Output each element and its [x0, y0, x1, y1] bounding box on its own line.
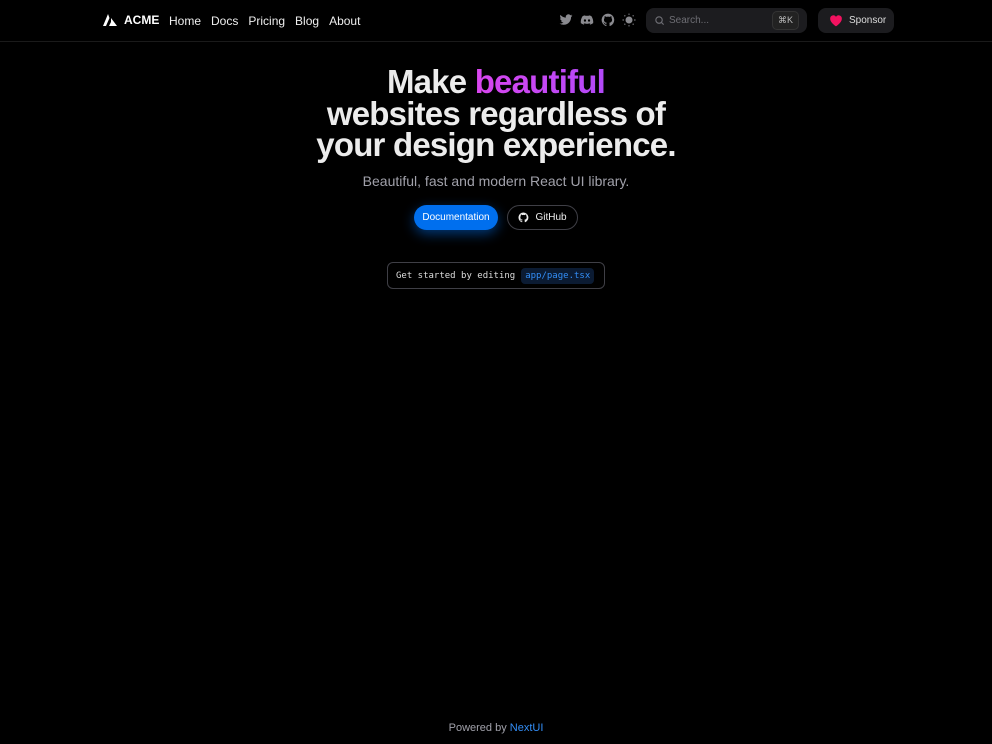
nav-home[interactable]: Home — [169, 14, 201, 28]
brand-logo[interactable]: ACME — [103, 13, 159, 27]
search-shortcut-kbd: ⌘K — [771, 11, 799, 30]
sponsor-button[interactable]: Sponsor — [818, 8, 894, 33]
nav-blog[interactable]: Blog — [295, 14, 319, 28]
github-button-label: GitHub — [535, 212, 567, 223]
twitter-icon[interactable] — [559, 13, 573, 27]
github-button[interactable]: GitHub — [507, 205, 578, 230]
nav-docs[interactable]: Docs — [211, 14, 238, 28]
hero-title: Make beautiful websites regardless of your… — [0, 65, 992, 163]
hero-subtitle: Beautiful, fast and modern React UI libr… — [362, 173, 630, 189]
get-started-snippet: Get started by editing app/page.tsx — [387, 262, 605, 289]
heart-icon — [830, 15, 842, 27]
discord-icon[interactable] — [580, 13, 594, 27]
github-icon — [518, 212, 529, 223]
theme-toggle-sun-icon[interactable] — [622, 13, 636, 27]
navbar: ACME Home Docs Pricing Blog About Search… — [0, 0, 992, 42]
nav-about[interactable]: About — [329, 14, 360, 28]
acme-logo-icon — [103, 14, 117, 26]
documentation-button[interactable]: Documentation — [414, 205, 498, 230]
title-line3: your design experience. — [316, 126, 676, 163]
nav-pricing[interactable]: Pricing — [248, 14, 285, 28]
footer-prefix: Powered by — [448, 722, 507, 734]
snippet-text: Get started by editing — [396, 270, 516, 281]
github-icon[interactable] — [601, 13, 615, 27]
footer: Powered by NextUI — [0, 722, 992, 734]
brand-name: ACME — [124, 13, 160, 27]
nextui-link[interactable]: NextUI — [510, 722, 544, 734]
nav-links: Home Docs Pricing Blog About — [169, 14, 360, 28]
search-placeholder: Search... — [669, 15, 710, 26]
search-input[interactable]: Search... ⌘K — [646, 8, 807, 33]
snippet-path: app/page.tsx — [521, 267, 595, 284]
search-icon — [655, 16, 665, 26]
sponsor-label: Sponsor — [849, 15, 887, 26]
